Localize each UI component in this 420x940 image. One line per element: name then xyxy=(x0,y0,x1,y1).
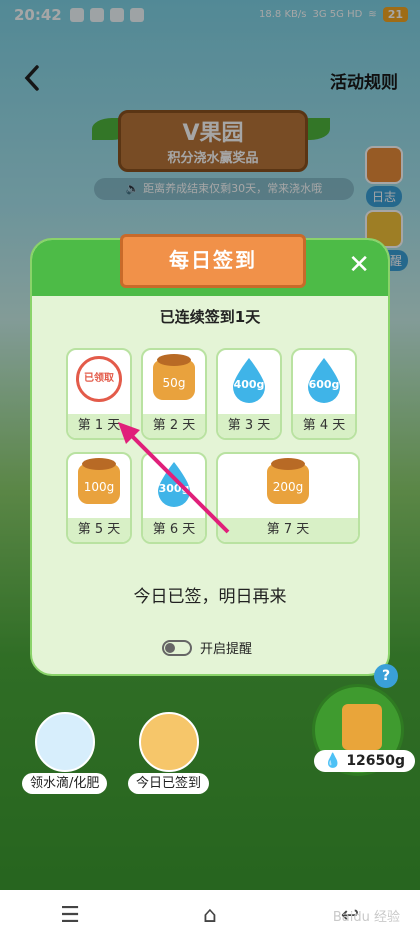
fertilizer-bag-icon: 100g xyxy=(78,458,120,504)
water-count: 💧 12650g xyxy=(314,750,416,772)
water-drop-icon: 400g xyxy=(230,356,268,404)
menu-icon[interactable]: ☰ xyxy=(50,900,90,930)
day-label: 第 2 天 xyxy=(143,414,205,438)
day-card-2[interactable]: 50g 第 2 天 xyxy=(141,348,207,440)
close-icon: ✕ xyxy=(348,250,370,280)
fertilizer-bag-icon xyxy=(34,712,95,772)
calendar-check-icon xyxy=(138,712,199,772)
watering-can-icon xyxy=(342,704,382,750)
day-label: 第 3 天 xyxy=(218,414,280,438)
fertilizer-bag-icon: 50g xyxy=(153,354,195,400)
day-label: 第 6 天 xyxy=(143,518,205,542)
day-card-1[interactable]: 已领取 第 1 天 xyxy=(66,348,132,440)
water-fertilizer-label: 领水滴/化肥 xyxy=(22,773,108,794)
reminder-toggle[interactable] xyxy=(162,639,192,656)
reminder-label: 开启提醒 xyxy=(200,642,253,657)
streak-text: 已连续签到1天 xyxy=(159,308,261,326)
fertilizer-bag-icon: 200g xyxy=(267,458,309,504)
reward-amount: 300g xyxy=(158,482,190,495)
water-drop-icon: 300g xyxy=(155,460,193,508)
day-card-3[interactable]: 400g 第 3 天 xyxy=(216,348,282,440)
checked-in-today-button[interactable]: 今日已签到 xyxy=(128,712,210,794)
modal-title: 每日签到 xyxy=(120,234,306,288)
day-label: 第 4 天 xyxy=(293,414,355,438)
water-drop-icon: 600g xyxy=(305,356,343,404)
home-icon[interactable]: ⌂ xyxy=(190,900,230,930)
daily-checkin-modal: 每日签到 ✕ 已连续签到1天 已领取 第 1 天 50g 第 2 天 400g … xyxy=(30,234,390,676)
day-card-7[interactable]: 200g 第 7 天 xyxy=(216,452,360,544)
day-card-6[interactable]: 300g 第 6 天 xyxy=(141,452,207,544)
reward-amount: 600g xyxy=(308,378,340,391)
get-water-fertilizer-button[interactable]: 领水滴/化肥 xyxy=(22,712,108,794)
checkin-message: 今日已签，明日再来 xyxy=(133,587,287,607)
day-label: 第 5 天 xyxy=(68,518,130,542)
watermark: Baidu 经验 xyxy=(332,910,400,925)
day-label: 第 7 天 xyxy=(218,518,358,542)
checkin-label: 今日已签到 xyxy=(128,773,210,794)
day-card-5[interactable]: 100g 第 5 天 xyxy=(66,452,132,544)
close-button[interactable]: ✕ xyxy=(348,250,370,280)
help-button[interactable]: ? xyxy=(374,664,398,688)
reward-amount: 400g xyxy=(233,378,265,391)
day-card-4[interactable]: 600g 第 4 天 xyxy=(291,348,357,440)
day-label: 第 1 天 xyxy=(68,414,130,438)
water-amount: 12650g xyxy=(346,753,406,769)
reminder-toggle-row[interactable]: 开启提醒 xyxy=(162,638,252,657)
claimed-stamp-icon: 已领取 xyxy=(76,356,122,402)
water-drop-icon: 💧 xyxy=(324,753,342,769)
